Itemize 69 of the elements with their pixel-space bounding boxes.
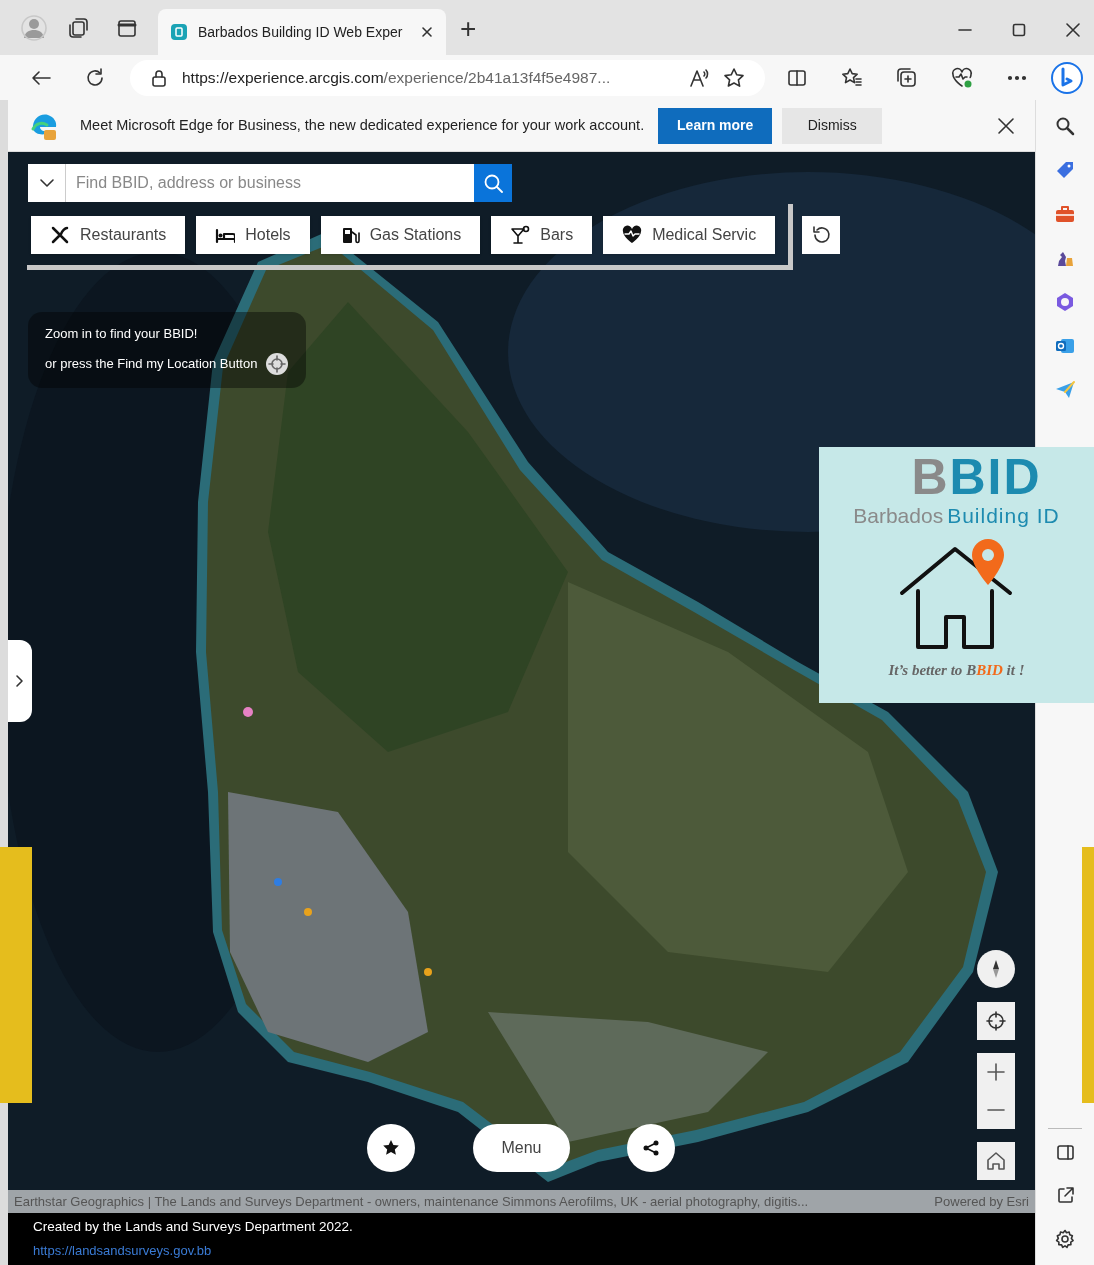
search-source-dropdown[interactable] — [28, 164, 66, 202]
search-icon — [483, 173, 503, 193]
favorites-icon[interactable] — [841, 67, 862, 88]
browser-essentials-icon[interactable] — [951, 66, 973, 89]
tab-actions-icon[interactable] — [116, 17, 138, 39]
tag-icon[interactable] — [1055, 160, 1075, 180]
category-button[interactable]: Medical Servic — [603, 216, 776, 254]
zoom-in-button[interactable] — [977, 1053, 1015, 1091]
copilot-icon[interactable] — [1050, 60, 1084, 95]
toolbox-icon[interactable] — [1055, 204, 1075, 224]
footer-text: Created by the Lands and Surveys Department 2022. — [33, 1218, 354, 1237]
logo-title: BBID — [911, 451, 1042, 503]
close-icon[interactable] — [420, 25, 434, 39]
dismiss-button[interactable]: Dismiss — [782, 107, 883, 144]
attribution-text: Earthstar Geographics | The Lands and Surveys Department - owners, maintenance Simmons Aerofilms, UK - aerial photography, digitis... — [14, 1192, 809, 1211]
plus-icon — [986, 1062, 1006, 1082]
category-button[interactable]: Gas Stations — [320, 216, 481, 254]
maximize-icon[interactable] — [1012, 23, 1026, 37]
compass-icon — [990, 959, 1002, 979]
read-aloud-icon[interactable] — [689, 67, 709, 88]
collections-icon[interactable] — [896, 67, 917, 88]
home-icon — [986, 1151, 1006, 1171]
refresh-icon[interactable] — [84, 66, 106, 89]
settings-icon[interactable] — [1055, 1229, 1075, 1249]
expand-panel-button[interactable] — [8, 640, 32, 722]
address-bar[interactable]: https://experience.arcgis.com/experience/2b41a13f4f5e4987... — [130, 59, 765, 96]
search-button[interactable] — [474, 164, 512, 202]
learn-more-button[interactable]: Learn more — [658, 107, 773, 144]
menu-button[interactable]: Menu — [473, 1124, 570, 1172]
external-link-icon[interactable] — [1055, 1186, 1075, 1205]
split-screen-icon[interactable] — [787, 67, 807, 88]
category-button[interactable]: Hotels — [196, 216, 310, 254]
footer-link[interactable]: https://landsandsurveys.gov.bb — [33, 1241, 212, 1261]
locate-button[interactable] — [977, 1002, 1015, 1040]
medical-icon — [622, 225, 643, 245]
bar-icon — [510, 225, 531, 245]
reset-button[interactable] — [802, 216, 840, 254]
star-icon — [382, 1139, 400, 1157]
reset-icon — [811, 225, 831, 245]
sidebar-toggle-icon[interactable] — [1055, 1143, 1075, 1162]
hint-text: or press the Find my Location Button — [45, 354, 258, 373]
favorite-icon[interactable] — [723, 66, 745, 89]
category-button[interactable]: Restaurants — [31, 216, 186, 254]
site-icon — [170, 23, 188, 41]
hint-text: Zoom in to find your BBID! — [45, 325, 199, 343]
chevron-right-icon — [14, 674, 26, 688]
locate-icon — [265, 351, 290, 376]
close-icon[interactable] — [1066, 23, 1080, 37]
close-icon[interactable] — [997, 116, 1015, 135]
search-field[interactable]: Find BBID, address or business — [66, 164, 474, 202]
minus-icon — [987, 1109, 1005, 1111]
workspaces-icon[interactable] — [66, 16, 90, 40]
send-icon[interactable] — [1055, 380, 1075, 400]
info-message: Meet Microsoft Edge for Business, the new dedicated experience for your work account. — [80, 115, 645, 135]
category-button[interactable]: Bars — [491, 216, 593, 254]
logo-tagline: It’s better to BBID it ! — [888, 661, 1025, 680]
share-icon — [642, 1139, 660, 1157]
locate-icon — [986, 1011, 1006, 1031]
home-button[interactable] — [977, 1142, 1015, 1180]
mail-icon[interactable] — [1055, 336, 1075, 356]
lock-icon[interactable] — [150, 68, 168, 87]
browser-tab[interactable]: Barbados Building ID Web Exper — [158, 9, 446, 55]
restaurant-icon — [50, 225, 70, 245]
search-icon[interactable] — [1055, 116, 1075, 136]
new-tab-button[interactable]: + — [460, 11, 477, 47]
url-text: https://experience.arcgis.com/experience/2b41a13f4f5e4987... — [182, 67, 612, 88]
tab-title: Barbados Building ID Web Exper — [198, 22, 404, 42]
zoom-out-button[interactable] — [977, 1091, 1015, 1129]
logo-subtitle: Barbados Building ID — [853, 503, 1060, 529]
